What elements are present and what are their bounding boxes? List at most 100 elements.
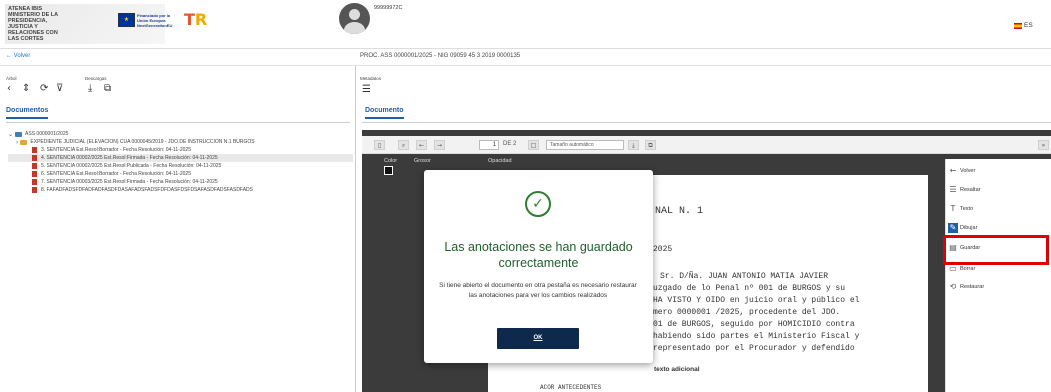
open-external-icon[interactable]: ⧉ [645, 140, 656, 150]
restore-icon: ⟲ [949, 282, 957, 291]
tab-documentos[interactable]: Documentos [6, 107, 49, 119]
zoom-out-icon[interactable]: □ [528, 140, 539, 150]
panel-divider[interactable] [355, 66, 356, 392]
modal-message: Si tiene abierto el documento en otra pe… [439, 282, 637, 299]
color-label: Color [384, 158, 398, 164]
tree-root[interactable]: ⌄ ASS 0000001/2025 [8, 130, 353, 138]
grosor-label: Grosor [414, 158, 431, 164]
org-logo-text: ATENEA IBIS MINISTERIO DE LA PRESIDENCIA… [8, 6, 70, 42]
doc-line: ACOR ANTECEDENTES [540, 384, 602, 391]
pdf-icon [32, 147, 37, 153]
modal-title: Las anotaciones se han guardado correcta… [444, 240, 633, 270]
metadata-icon[interactable]: ☰ [362, 84, 371, 95]
color-swatch[interactable] [384, 166, 393, 175]
back-link[interactable]: ← Volver [6, 53, 30, 59]
pdf-icon [32, 179, 37, 185]
tree-item-selected[interactable]: 4. SENTENCIA 00002/2025 Est.Resol:Firmad… [8, 154, 353, 162]
tree-item-label: 5. SENTENCIA 00002/2025 Est.Resol:Public… [41, 163, 222, 169]
tree-item[interactable]: 3. SENTENCIA Est.Resol:Borrador - Fecha … [8, 146, 353, 154]
search-icon[interactable]: ⌕ [398, 140, 409, 150]
tree-folder-label: EXPEDIENTE JUDICIAL (ELEVACION) CUA 0000… [30, 139, 255, 145]
tree-item[interactable]: 6. SENTENCIA Est.Resol:Borrador - Fecha … [8, 170, 353, 178]
tab-underline [362, 122, 1051, 123]
tree-item-label: 3. SENTENCIA Est.Resol:Borrador - Fecha … [41, 147, 191, 153]
tools-icon[interactable]: » [1038, 140, 1049, 150]
eraser-icon: ▭ [949, 264, 957, 273]
highlight-icon: ☰ [949, 185, 957, 194]
collapse-left-icon[interactable]: ‹ [7, 83, 11, 94]
doc-line: NAL N. 1 [655, 206, 704, 217]
tree-item-label: 4. SENTENCIA 00002/2025 Est.Resol:Firmad… [41, 155, 218, 161]
expand-collapse-icon[interactable]: ⇕ [22, 83, 30, 94]
tree-item[interactable]: 5. SENTENCIA 00002/2025 Est.Resol:Public… [8, 162, 353, 170]
annot-volver-button[interactable]: ← Volver [948, 165, 1048, 177]
eu-flag-icon: ★ [118, 13, 135, 27]
tree-item-label: 6. SENTENCIA Est.Resol:Borrador - Fecha … [41, 171, 191, 177]
pdf-icon [32, 171, 37, 177]
previous-page-icon[interactable]: ← [416, 140, 427, 150]
tree-item[interactable]: 8. FAFADFADSFDFADFADFASDFDASAFADSFADSFDF… [8, 186, 353, 194]
download-multiple-icon[interactable]: ⧉ [104, 83, 111, 94]
doc-line: 01 de BURGOS, seguido por HOMICIDIO cont… [653, 320, 855, 329]
next-page-icon[interactable]: → [434, 140, 445, 150]
chevron-down-icon[interactable]: ⌄ [8, 131, 13, 138]
filter-icon[interactable]: ⊽ [56, 83, 63, 94]
annot-volver-label: Volver [960, 168, 976, 174]
doc-line: HA VISTO Y OIDO en juicio oral y público… [653, 296, 860, 305]
annot-dibujar-label: Dibujar [960, 225, 978, 231]
doc-line: uzgado de lo Penal nº 001 de BURGOS y su [653, 284, 846, 293]
opacidad-label: Opacidad [488, 158, 512, 164]
ok-button-label: OK [533, 335, 543, 341]
tree-toolbar-label: Árbol [6, 76, 17, 81]
folder-icon [20, 139, 28, 145]
annot-borrar-label: Borrar [960, 266, 976, 272]
chevron-right-icon[interactable]: › [16, 139, 18, 146]
procedure-title: PROC. ASS 0000001/2025 - NIG 09059 45 3 … [360, 53, 521, 59]
pdf-icon [32, 155, 37, 161]
page-total: DE 2 [503, 141, 517, 147]
doc-line: representado por el Procurador y defendi… [653, 344, 855, 353]
ok-button[interactable]: OK [497, 328, 579, 349]
language-code: ES [1024, 22, 1033, 29]
annot-resaltar-button[interactable]: ☰ Resaltar [948, 184, 1048, 196]
tree-root-label: ASS 0000001/2025 [25, 131, 69, 137]
user-id: 99999972C [374, 5, 403, 11]
viewer-toolbar [362, 136, 1051, 154]
sidebar-toggle-icon[interactable]: ▯ [374, 140, 385, 150]
download-icon[interactable]: ⤓ [88, 83, 92, 94]
doc-extra-title: texto adicional [654, 366, 700, 373]
annot-resaltar-label: Resaltar [960, 187, 981, 193]
pdf-icon [32, 163, 37, 169]
check-circle-icon: ✓ [525, 191, 551, 217]
annot-texto-label: Texto [960, 206, 974, 212]
refresh-icon[interactable]: ⟳ [40, 83, 48, 94]
pencil-icon: ✎ [948, 223, 958, 233]
tab-documento[interactable]: Documento [365, 107, 404, 119]
eu-funding-text: Financiado por la Unión Europea NextGene… [137, 13, 173, 28]
tree-item-label: 7. SENTENCIA 00003/2025 Est.Resol:Firmad… [41, 179, 218, 185]
arrow-left-icon: ← [949, 166, 957, 175]
guardar-highlight-box [943, 235, 1049, 265]
document-tree: ⌄ ASS 0000001/2025 › EXPEDIENTE JUDICIAL (… [8, 130, 353, 194]
tree-item-label: 8. FAFADFADSFDFADFADFASDFDASAFADSFADSFDF… [41, 187, 253, 193]
page-number-input[interactable]: 1 [479, 140, 499, 150]
doc-line: mero 0000001 /2025, procedente del JDO. [653, 308, 841, 317]
text-icon: T [950, 204, 956, 213]
tree-folder[interactable]: › EXPEDIENTE JUDICIAL (ELEVACION) CUA 000… [8, 138, 353, 146]
pdf-icon [32, 187, 37, 193]
doc-line: habiendo sido partes el Ministerio Fisca… [653, 332, 860, 341]
metadata-toolbar-label: Metadatos [360, 76, 382, 81]
annot-texto-button[interactable]: T Texto [948, 203, 1048, 215]
folder-icon [15, 131, 23, 137]
tab-underline [6, 122, 350, 123]
tree-item[interactable]: 7. SENTENCIA 00003/2025 Est.Resol:Firmad… [8, 178, 353, 186]
annot-restaurar-button[interactable]: ⟲ Restaurar [948, 281, 1048, 293]
ministry-name: MINISTERIO DE LA PRESIDENCIA, JUSTICIA Y… [8, 12, 58, 42]
download-icon[interactable]: ⤓ [628, 140, 639, 150]
doc-line: 2025 [653, 245, 673, 254]
annot-dibujar-button[interactable]: ✎ Dibujar [948, 222, 1048, 234]
zoom-select[interactable]: Tamaño automático [546, 140, 624, 150]
doc-line: Sr. D/Ña. JUAN ANTONIO MATIA JAVIER [660, 272, 829, 281]
user-avatar[interactable] [339, 3, 370, 34]
language-selector[interactable]: ES [1014, 22, 1033, 29]
